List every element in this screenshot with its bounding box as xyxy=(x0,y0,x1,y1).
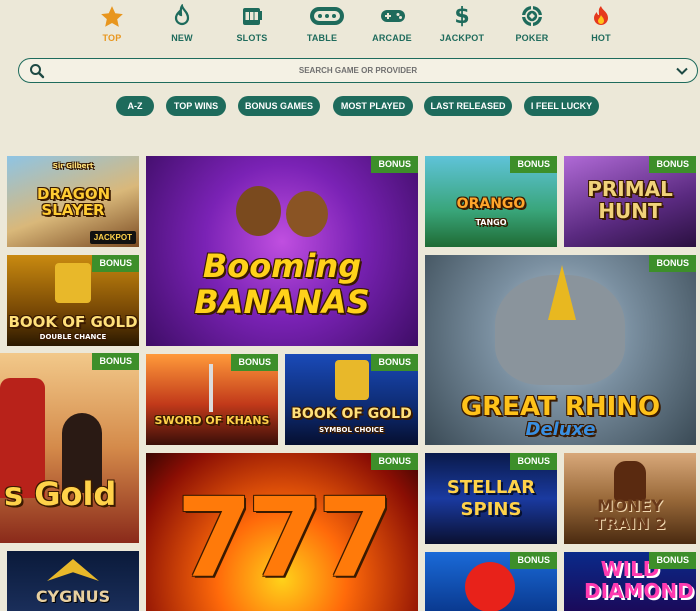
bonus-badge: BONUS xyxy=(92,255,139,272)
category-hot[interactable]: HOT xyxy=(566,4,636,43)
category-arcade[interactable]: ARCADE xyxy=(357,4,427,43)
game-tile-primal-hunt[interactable]: PRIMAL HUNT BONUS xyxy=(564,156,696,247)
game-title: Booming BANANAS xyxy=(194,247,370,321)
bonus-badge: BONUS xyxy=(371,354,418,371)
game-tile-s-gold[interactable]: s Gold BONUS xyxy=(0,353,139,543)
game-subtitle: Sir Gilbert xyxy=(52,162,94,170)
filter-last-released[interactable]: LAST RELEASED xyxy=(424,96,512,116)
search-bar[interactable] xyxy=(18,58,698,83)
filter-top-wins[interactable]: TOP WINS xyxy=(166,96,226,116)
game-subtitle: SYMBOL CHOICE xyxy=(319,426,384,434)
filter-i-feel-lucky[interactable]: I FEEL LUCKY xyxy=(524,96,599,116)
category-jackpot[interactable]: $ JACKPOT xyxy=(427,4,497,43)
game-subtitle: DOUBLE CHANCE xyxy=(39,333,107,341)
flame-icon xyxy=(169,3,195,30)
category-table[interactable]: TABLE xyxy=(287,4,357,43)
game-tile-money-train-2[interactable]: MONEY TRAIN 2 xyxy=(564,453,696,544)
bonus-badge: BONUS xyxy=(92,353,139,370)
game-tile-booming-bananas[interactable]: Booming BANANAS BONUS xyxy=(146,156,418,346)
dollar-icon: $ xyxy=(454,4,470,29)
filter-bar: A-Z TOP WINS BONUS GAMES MOST PLAYED LAS… xyxy=(0,96,700,116)
game-title: 777 xyxy=(176,474,394,602)
slot-machine-icon xyxy=(239,4,265,30)
game-title: BOOK OF GOLD xyxy=(8,313,138,331)
search-icon[interactable] xyxy=(29,63,45,79)
pharaoh-character xyxy=(55,263,91,303)
game-title: MONEY TRAIN 2 xyxy=(594,496,666,533)
game-tile-book-of-gold-double-chance[interactable]: BOOK OF GOLD DOUBLE CHANCE BONUS xyxy=(7,255,139,346)
game-tile-dragon-slayer[interactable]: Sir Gilbert DRAGON SLAYER JACKPOT xyxy=(7,156,139,247)
filter-bonus-games[interactable]: BONUS GAMES xyxy=(238,96,320,116)
game-tile-sword-of-khans[interactable]: SWORD OF KHANS BONUS xyxy=(146,354,278,445)
gamepad-icon xyxy=(379,4,405,30)
monkey-character xyxy=(236,186,281,236)
monkey-character xyxy=(286,191,328,237)
bonus-badge: BONUS xyxy=(510,552,557,569)
bonus-badge: BONUS xyxy=(231,354,278,371)
star-icon xyxy=(99,4,125,30)
jackpot-badge: JACKPOT xyxy=(89,231,136,244)
game-title: SWORD OF KHANS xyxy=(154,414,270,427)
jester-character xyxy=(465,562,515,611)
game-subtitle: Deluxe xyxy=(525,419,596,440)
bonus-badge: BONUS xyxy=(649,552,696,569)
category-top[interactable]: TOP xyxy=(77,4,147,43)
game-title: BOOK OF GOLD xyxy=(291,406,412,422)
category-new[interactable]: NEW xyxy=(147,3,217,43)
game-title: ORANGO xyxy=(456,196,526,212)
chevron-down-icon[interactable] xyxy=(675,64,689,78)
game-tile-book-of-gold-symbol-choice[interactable]: BOOK OF GOLD SYMBOL CHOICE BONUS xyxy=(285,354,418,445)
table-icon xyxy=(309,4,344,30)
game-tile-orango-tango[interactable]: ORANGO TANGO BONUS xyxy=(425,156,557,247)
game-title: s Gold xyxy=(4,475,117,513)
game-tile-777[interactable]: 777 BONUS xyxy=(146,453,418,611)
bonus-badge: BONUS xyxy=(371,156,418,173)
fire-icon xyxy=(588,4,614,30)
pharaoh-character xyxy=(335,360,369,400)
game-tile-great-rhino-deluxe[interactable]: GREAT RHINO Deluxe BONUS xyxy=(425,255,696,445)
category-slots[interactable]: SLOTS xyxy=(217,4,287,43)
game-tile-stellar-spins[interactable]: STELLAR SPINS BONUS xyxy=(425,453,557,544)
category-poker[interactable]: POKER xyxy=(497,4,567,43)
bonus-badge: BONUS xyxy=(371,453,418,470)
game-tile-cygnus[interactable]: CYGNUS xyxy=(7,551,139,611)
filter-a-z[interactable]: A-Z xyxy=(116,96,154,116)
bonus-badge: BONUS xyxy=(649,255,696,272)
character-graphic xyxy=(614,461,646,501)
rhino-horn xyxy=(548,265,576,320)
game-title: DRAGON SLAYER xyxy=(37,185,111,219)
game-title: GREAT RHINO xyxy=(460,392,661,422)
bonus-badge: BONUS xyxy=(510,156,557,173)
filter-most-played[interactable]: MOST PLAYED xyxy=(333,96,413,116)
game-subtitle: TANGO xyxy=(475,218,507,227)
search-input[interactable] xyxy=(59,62,657,79)
bonus-badge: BONUS xyxy=(510,453,557,470)
game-tile-jester[interactable]: BONUS xyxy=(425,552,557,611)
sword-graphic xyxy=(209,364,213,412)
game-title: CYGNUS xyxy=(35,587,111,606)
game-title: PRIMAL HUNT xyxy=(587,177,673,223)
poker-chip-icon xyxy=(519,4,545,30)
game-tile-wild-diamond[interactable]: WILD DIAMOND BONUS xyxy=(564,552,696,611)
category-nav: TOP NEW SLOTS TABLE ARCADE $ JACKPOT POK… xyxy=(0,0,700,52)
bonus-badge: BONUS xyxy=(649,156,696,173)
game-title: STELLAR SPINS xyxy=(446,477,536,520)
